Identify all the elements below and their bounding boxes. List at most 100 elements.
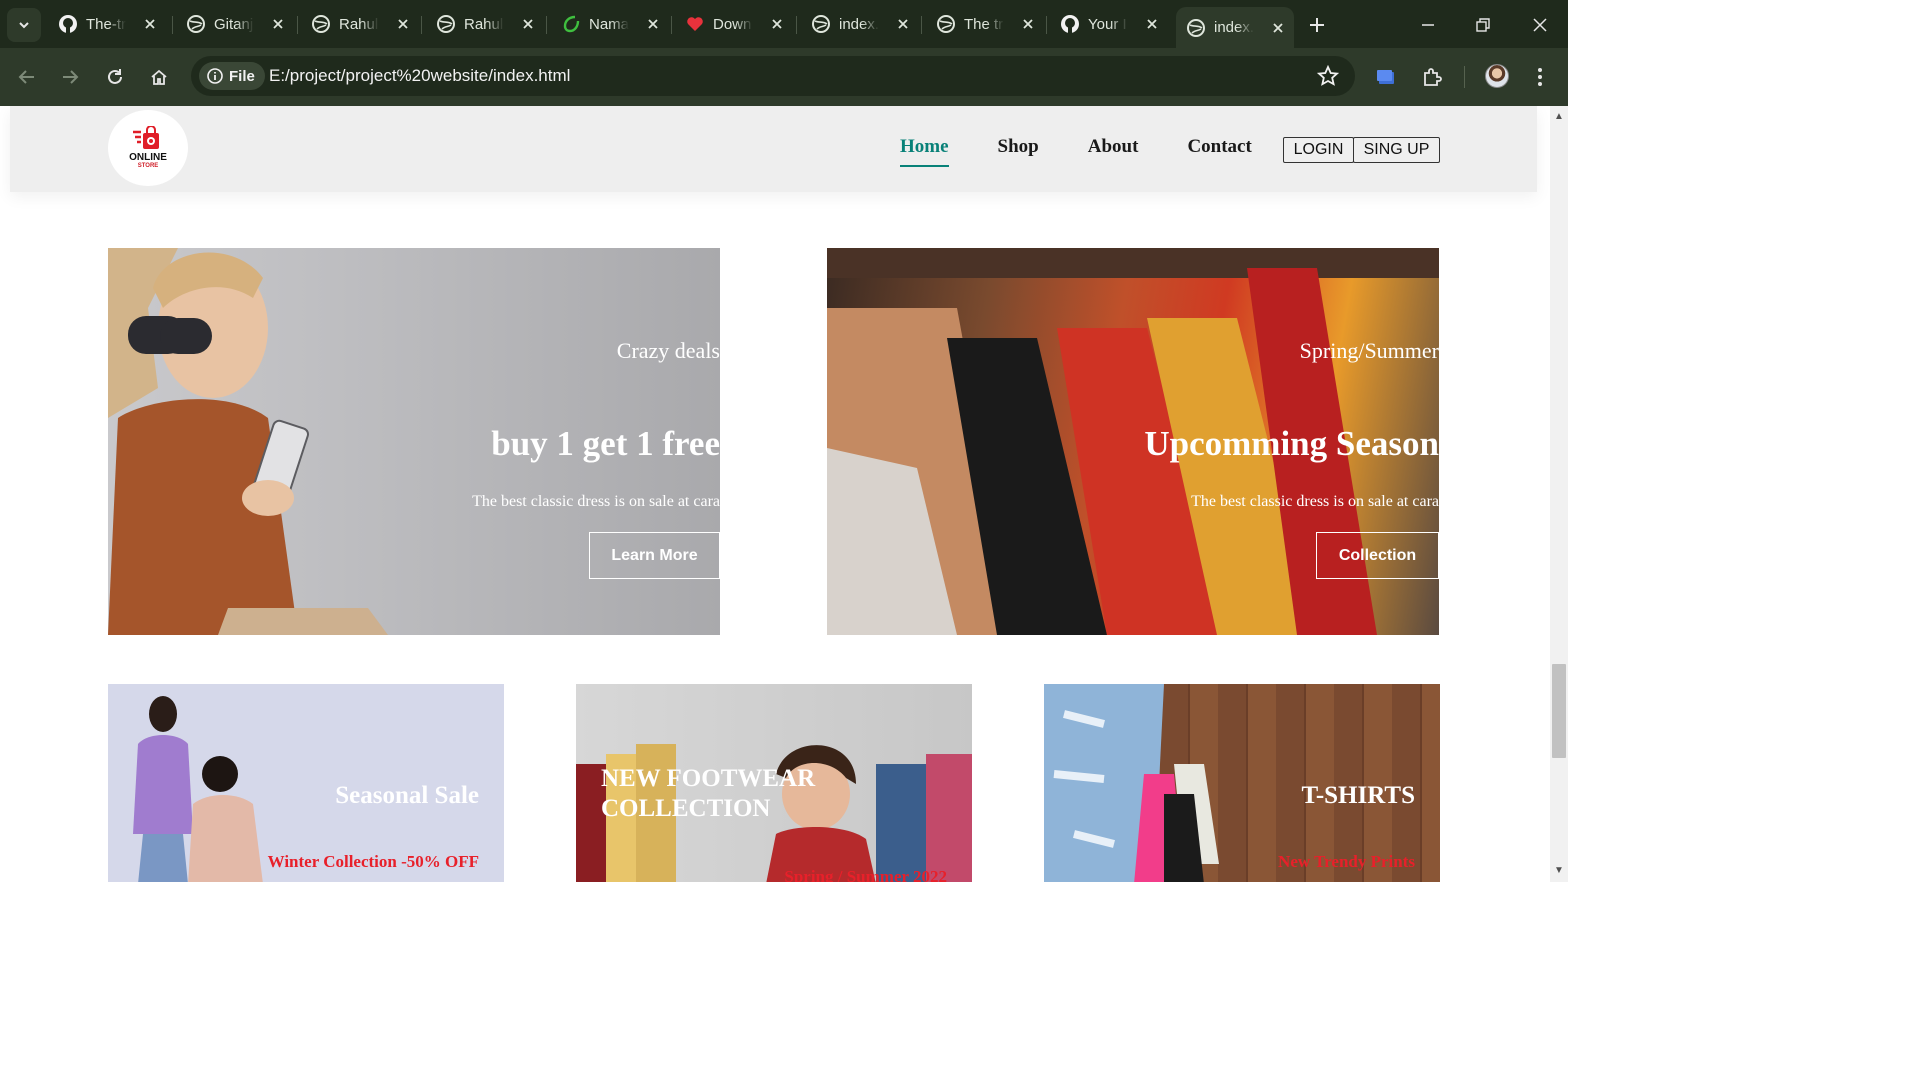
globe-icon [186, 14, 206, 34]
browser-tab[interactable]: Gitanj [186, 7, 288, 41]
globe-icon [936, 14, 956, 34]
close-icon[interactable] [893, 14, 913, 34]
url-text[interactable]: E:/project/project%20website/index.html [269, 66, 570, 86]
promo-banner-season: Spring/Summer Upcomming Season The best … [827, 248, 1439, 635]
tab-divider [297, 16, 298, 34]
promo-card-seasonal-sale: Seasonal Sale Winter Collection -50% OFF [108, 684, 504, 882]
browser-tab[interactable]: index. [811, 7, 913, 41]
card-title: Seasonal Sale [335, 782, 479, 809]
browser-tab-active[interactable]: index. [1176, 7, 1294, 48]
info-icon [207, 68, 223, 84]
reload-icon [108, 69, 122, 84]
collection-button[interactable]: Collection [1316, 532, 1439, 579]
close-icon[interactable] [1018, 14, 1038, 34]
close-icon[interactable] [393, 14, 413, 34]
tab-divider [921, 16, 922, 34]
close-icon[interactable] [1142, 14, 1162, 34]
web-page: ONLINE STORE Home Shop About Contact LOG… [0, 106, 1550, 882]
browser-tab[interactable]: The-tr [58, 7, 160, 41]
browser-tab[interactable]: Nama [561, 7, 663, 41]
toolbar-divider [1464, 66, 1465, 88]
banner-headline: Upcomming Season [1144, 424, 1439, 463]
promo-banner-deals: Crazy deals buy 1 get 1 free The best cl… [108, 248, 720, 635]
back-button[interactable] [12, 62, 42, 92]
forward-button[interactable] [55, 62, 85, 92]
signup-button[interactable]: SING UP [1353, 137, 1440, 163]
browser-tab-strip: The-tr Gitanj Rahul Rahul Nama Down inde… [0, 0, 1568, 48]
tab-divider [1046, 16, 1047, 34]
browser-tab[interactable]: Down [685, 7, 787, 41]
minimize-icon [1422, 24, 1434, 26]
browser-tab[interactable]: The tr [936, 7, 1038, 41]
profile-avatar[interactable] [1485, 64, 1509, 88]
minimize-button[interactable] [1413, 10, 1443, 40]
close-icon[interactable] [140, 14, 160, 34]
promo-card-footwear: NEW FOOTWEAR COLLECTION Spring / Summer … [576, 684, 972, 882]
banner-text: The best classic dress is on sale at car… [1191, 493, 1439, 510]
tab-title: Rahul [464, 15, 504, 33]
logo-text: ONLINE [129, 152, 167, 163]
card-title: NEW FOOTWEAR COLLECTION [601, 765, 816, 822]
tab-search-button[interactable] [7, 8, 41, 42]
tab-divider [796, 16, 797, 34]
extensions-puzzle-icon[interactable] [1417, 62, 1447, 92]
arrow-right-icon [63, 70, 79, 84]
scroll-down-arrow-icon[interactable]: ▼ [1554, 866, 1564, 876]
banner-subtitle: Spring/Summer [1299, 338, 1439, 363]
login-button[interactable]: LOGIN [1283, 137, 1354, 163]
tab-title: index. [1214, 19, 1254, 36]
browser-tab[interactable]: Rahul [311, 7, 413, 41]
tab-title: index. [839, 15, 879, 33]
home-icon [151, 69, 167, 85]
scheme-label: File [229, 67, 255, 85]
banner-headline: buy 1 get 1 free [491, 424, 720, 463]
scrollbar-thumb[interactable] [1552, 664, 1566, 758]
globe-icon [311, 14, 331, 34]
nav-contact-link[interactable]: Contact [1187, 136, 1251, 158]
site-info-chip[interactable]: File [199, 62, 265, 90]
nav-shop-link[interactable]: Shop [998, 136, 1039, 158]
learn-more-button[interactable]: Learn More [589, 532, 720, 579]
close-icon[interactable] [767, 14, 787, 34]
logo-subtext: STORE [137, 163, 159, 169]
arrow-left-icon [18, 70, 34, 84]
nav-about-link[interactable]: About [1088, 136, 1139, 158]
banner-text: The best classic dress is on sale at car… [472, 493, 720, 510]
chevron-down-icon [19, 22, 29, 29]
close-icon[interactable] [643, 14, 663, 34]
restore-button[interactable] [1468, 10, 1498, 40]
bookmark-star-icon[interactable] [1316, 64, 1340, 92]
globe-icon [811, 14, 831, 34]
page-scrollbar[interactable]: ▲ ▼ [1550, 106, 1568, 882]
browser-tab[interactable]: Your I [1060, 7, 1162, 41]
github-icon [1060, 14, 1080, 34]
close-icon[interactable] [1268, 18, 1288, 38]
browser-menu-icon[interactable] [1525, 62, 1555, 92]
close-icon[interactable] [268, 14, 288, 34]
site-header: ONLINE STORE Home Shop About Contact LOG… [10, 106, 1537, 192]
tab-divider [671, 16, 672, 34]
close-icon[interactable] [518, 14, 538, 34]
tab-divider [421, 16, 422, 34]
globe-icon [1186, 18, 1206, 38]
scroll-up-arrow-icon[interactable]: ▲ [1554, 112, 1564, 122]
new-tab-button[interactable] [1304, 12, 1330, 38]
promo-card-tshirts: T-SHIRTS New Trendy Prints [1044, 684, 1440, 882]
tab-title: Rahul [339, 15, 379, 33]
address-bar[interactable]: File E:/project/project%20website/index.… [191, 56, 1355, 96]
heart-icon [685, 14, 705, 34]
home-button[interactable] [144, 62, 174, 92]
tab-title: Gitanj [214, 15, 254, 33]
nav-home-link[interactable]: Home [900, 136, 949, 167]
store-logo[interactable]: ONLINE STORE [108, 110, 188, 186]
screen-cast-extension-icon[interactable] [1371, 62, 1401, 92]
close-window-button[interactable] [1525, 10, 1555, 40]
tab-title: Down [713, 15, 752, 33]
browser-tab[interactable]: Rahul [436, 7, 538, 41]
reload-button[interactable] [100, 62, 130, 92]
plus-icon [1310, 18, 1324, 32]
main-navigation: Home Shop About Contact [900, 136, 1301, 167]
github-icon [58, 14, 78, 34]
globe-icon [436, 14, 456, 34]
tab-title: Your I [1088, 15, 1127, 33]
